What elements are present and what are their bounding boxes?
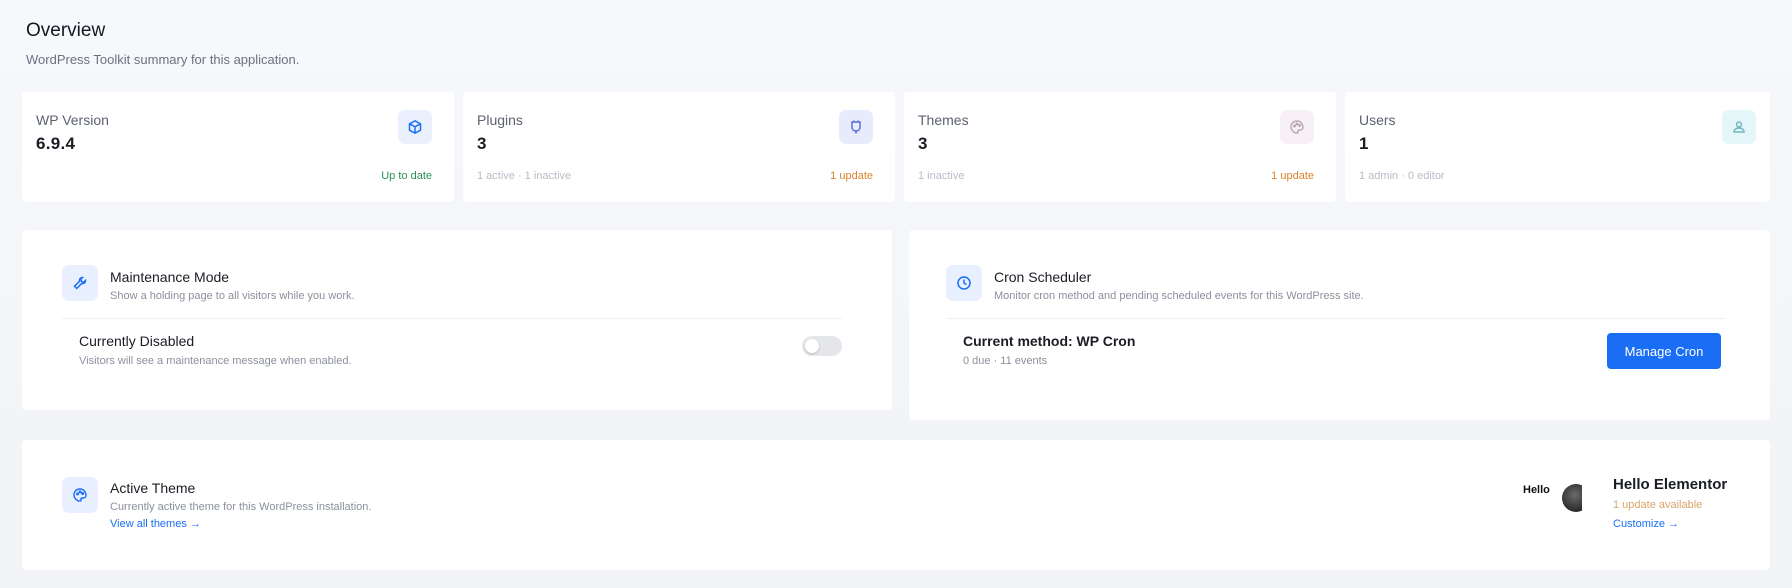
stat-footnote: 1 inactive [918, 170, 965, 182]
stat-label: Users [1359, 112, 1396, 128]
maintenance-status-description: Visitors will see a maintenance message … [79, 355, 352, 367]
plugin-icon [839, 110, 873, 144]
theme-thumbnail: Hello [1522, 472, 1582, 520]
maintenance-status-row: Currently Disabled Visitors will see a m… [62, 318, 842, 374]
update-count[interactable]: 1 update [830, 170, 873, 182]
stat-card-plugins: Plugins 3 1 active · 1 inactive 1 update [463, 92, 895, 202]
overview-page: Overview WordPress Toolkit summary for t… [0, 0, 1792, 588]
stat-label: Themes [918, 112, 969, 128]
users-icon [1722, 110, 1756, 144]
maintenance-mode-panel: Maintenance Mode Show a holding page to … [22, 230, 892, 410]
palette-icon [1280, 110, 1314, 144]
view-all-themes-link[interactable]: View all themes → [110, 518, 201, 530]
panel-title: Active Theme [110, 480, 196, 496]
palette-icon [62, 477, 98, 513]
stat-card-themes: Themes 3 1 inactive 1 update [904, 92, 1336, 202]
panel-description: Show a holding page to all visitors whil… [110, 290, 355, 302]
page-subtitle: WordPress Toolkit summary for this appli… [26, 52, 300, 67]
page-title: Overview [26, 20, 106, 41]
panel-title: Cron Scheduler [994, 269, 1092, 285]
cron-scheduler-panel: Cron Scheduler Monitor cron method and p… [909, 230, 1770, 420]
customize-link[interactable]: Customize → [1613, 518, 1679, 530]
maintenance-status-title: Currently Disabled [79, 333, 195, 349]
panel-title: Maintenance Mode [110, 269, 230, 285]
stat-value: 6.9.4 [36, 134, 76, 153]
cron-method-label: Current method: WP Cron [963, 333, 1136, 349]
stat-label: Plugins [477, 112, 523, 128]
theme-name: Hello Elementor [1613, 476, 1728, 493]
active-theme-panel: Active Theme Currently active theme for … [22, 440, 1770, 570]
update-count[interactable]: 1 update [1271, 170, 1314, 182]
stat-value: 1 [1359, 134, 1369, 153]
manage-cron-button[interactable]: Manage Cron [1607, 333, 1721, 369]
theme-update-label[interactable]: 1 update available [1613, 499, 1702, 511]
maintenance-toggle[interactable] [802, 336, 842, 356]
status-badge: Up to date [381, 170, 432, 182]
clock-icon [946, 265, 982, 301]
stat-value: 3 [477, 134, 487, 153]
theme-thumbnail-text: Hello [1523, 484, 1550, 496]
panel-description: Monitor cron method and pending schedule… [994, 290, 1364, 302]
stat-card-users: Users 1 1 admin · 0 editor [1345, 92, 1770, 202]
stat-card-wp-version: WP Version 6.9.4 Up to date [22, 92, 454, 202]
wrench-icon [62, 265, 98, 301]
cron-events-summary: 0 due · 11 events [963, 355, 1048, 367]
stat-value: 3 [918, 134, 928, 153]
panel-description: Currently active theme for this WordPres… [110, 501, 372, 513]
stat-footnote: 1 admin · 0 editor [1359, 170, 1445, 182]
cron-method-row: Current method: WP Cron 0 due · 11 event… [946, 318, 1726, 378]
theme-preview-image [1562, 484, 1582, 512]
cube-icon [398, 110, 432, 144]
toggle-knob [805, 339, 819, 353]
stat-footnote: 1 active · 1 inactive [477, 170, 572, 182]
stat-label: WP Version [36, 112, 109, 128]
